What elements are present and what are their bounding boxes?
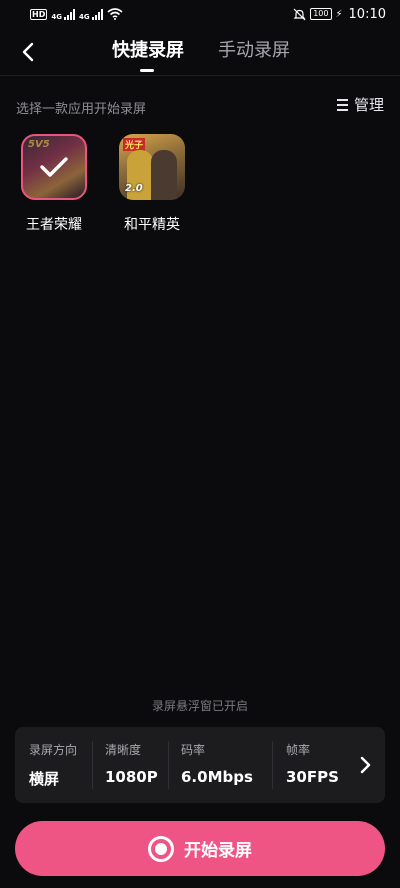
setting-label: 码率 [181,743,206,757]
manage-label: 管理 [353,96,384,114]
tab-quick-record[interactable]: 快捷录屏 [112,38,184,68]
setting-label: 录屏方向 [29,743,78,757]
signal-icon [91,8,103,20]
record-icon [148,835,174,862]
selected-overlay [23,136,85,198]
wifi-icon [107,8,123,20]
hd-badge: HD [30,8,48,20]
manage-button[interactable]: 管理 [336,94,384,115]
setting-bitrate[interactable]: 码率 6.0Mbps [181,741,253,786]
active-tab-indicator [140,69,154,72]
start-recording-button[interactable]: 开始录屏 [15,821,385,876]
divider [272,741,273,789]
checkmark-icon [40,157,68,177]
signal-type-2: 4G [78,12,90,21]
divider [92,741,93,789]
setting-framerate[interactable]: 帧率 30FPS [286,741,339,786]
app-badge: 2.0 [125,183,143,194]
peacekeeper-elite-app-icon: 光子 2.0 [119,134,185,200]
select-app-hint: 选择一款应用开始录屏 [16,102,147,117]
back-button[interactable] [12,36,44,68]
app-name: 和平精英 [124,217,180,233]
charging-icon: ⚡ [335,8,343,20]
divider [168,741,169,789]
honor-of-kings-app-icon: 5V5 [21,134,87,200]
app-tile-honor-of-kings[interactable]: 5V5 王者荣耀 [19,134,89,234]
status-bar: HD 4G 4G 100 ⚡ 10:10 [0,0,400,28]
status-right: 100 ⚡ 10:10 [293,7,386,22]
tab-manual-record[interactable]: 手动录屏 [218,38,290,68]
setting-value: 横屏 [29,770,60,788]
status-time: 10:10 [348,6,386,22]
setting-label: 帧率 [286,743,311,757]
settings-expand-button[interactable] [353,751,377,779]
signal-icon [63,8,75,20]
app-tile-peacekeeper-elite[interactable]: 光子 2.0 和平精英 [117,134,187,234]
floating-window-notice: 录屏悬浮窗已开启 [151,699,248,713]
recording-settings-panel[interactable]: 录屏方向 横屏 清晰度 1080P 码率 6.0Mbps 帧率 30FPS [15,727,385,803]
setting-orientation[interactable]: 录屏方向 横屏 [29,741,77,789]
setting-label: 清晰度 [105,743,142,757]
start-recording-label: 开始录屏 [184,841,252,861]
setting-value: 30FPS [286,768,339,786]
setting-value: 6.0Mbps [181,768,253,786]
mute-bell-icon [293,8,306,20]
signal-type-1: 4G [51,12,62,21]
nav-header: 快捷录屏 手动录屏 [0,28,400,76]
setting-value: 1080P [105,768,158,786]
chevron-right-icon [360,756,371,774]
character-figure [151,150,177,200]
chevron-left-icon [22,42,34,62]
menu-icon [336,98,348,111]
status-left: HD 4G 4G [30,8,123,21]
setting-resolution[interactable]: 清晰度 1080P [105,741,158,786]
battery-icon: 100 [310,8,332,20]
app-name: 王者荣耀 [26,217,82,233]
battery-level: 100 [313,9,329,18]
